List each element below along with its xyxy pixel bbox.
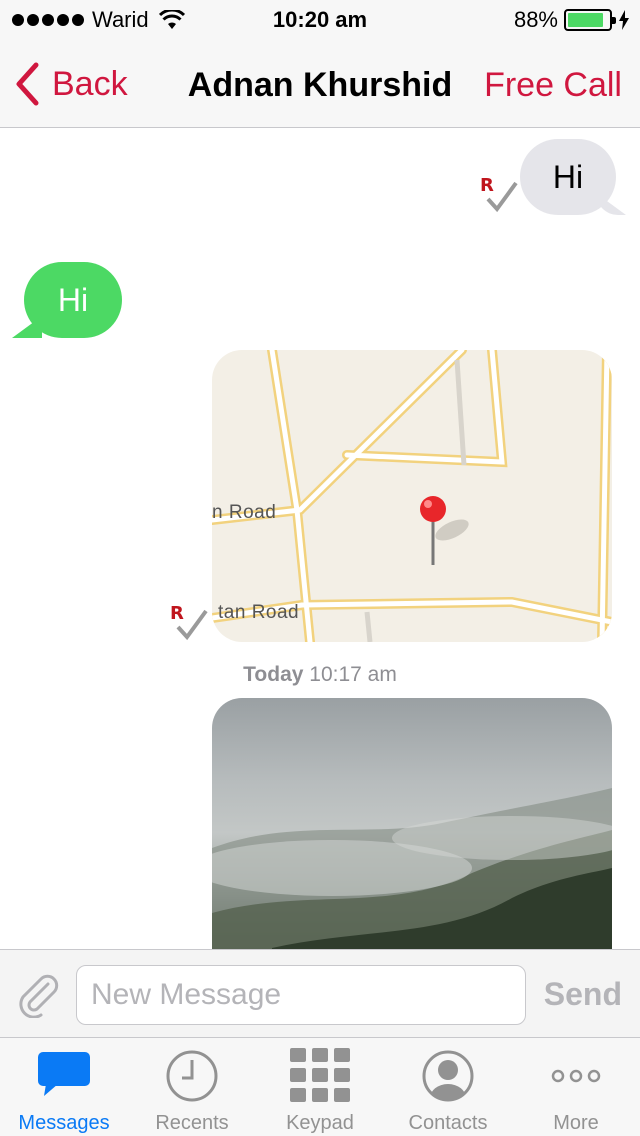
- message-thread[interactable]: R Hi Hi R n Road tan Road Today 10:17 am: [0, 129, 640, 949]
- battery-fill: [568, 13, 604, 27]
- tab-label: Keypad: [286, 1112, 354, 1134]
- map-roads: [212, 350, 612, 642]
- map-pin-icon: [420, 496, 446, 565]
- tab-label: Recents: [155, 1112, 229, 1134]
- tab-recents[interactable]: Recents: [128, 1038, 256, 1136]
- battery-icon: [564, 9, 616, 31]
- message-input-bar: Send: [0, 949, 640, 1037]
- back-label: Back: [52, 64, 128, 103]
- clock-icon: [166, 1050, 218, 1102]
- tab-label: Contacts: [408, 1112, 488, 1134]
- message-timestamp: Today 10:17 am: [0, 663, 640, 687]
- status-bar: Warid 10:20 am 88%: [0, 0, 640, 40]
- outgoing-message-bubble[interactable]: Hi: [520, 139, 616, 215]
- map-road-label: tan Road: [218, 602, 300, 623]
- send-button[interactable]: Send: [544, 976, 622, 1013]
- navigation-bar: Back Adnan Khurshid Free Call: [0, 40, 640, 128]
- read-receipt-icon: R: [170, 603, 210, 643]
- tab-contacts[interactable]: Contacts: [384, 1038, 512, 1136]
- tab-messages[interactable]: Messages: [0, 1038, 128, 1136]
- location-map-message[interactable]: n Road tan Road: [212, 350, 612, 642]
- new-message-input[interactable]: [76, 965, 526, 1025]
- map-road-label: n Road: [212, 502, 277, 523]
- tab-keypad[interactable]: Keypad: [256, 1038, 384, 1136]
- tab-label: Messages: [18, 1112, 110, 1134]
- tab-bar: Messages Recents Keypad Contacts More: [0, 1037, 640, 1136]
- back-button[interactable]: Back: [14, 62, 128, 106]
- contact-icon: [422, 1050, 474, 1102]
- incoming-message-text: Hi: [57, 281, 89, 318]
- charging-bolt-icon: [619, 10, 629, 30]
- speech-bubble-icon: [38, 1052, 90, 1096]
- free-call-button[interactable]: Free Call: [484, 66, 622, 105]
- timestamp-day: Today: [243, 663, 304, 686]
- more-dots-icon: [551, 1069, 601, 1083]
- landscape-photo: [212, 788, 612, 949]
- photo-message[interactable]: [212, 698, 612, 949]
- chevron-left-icon: [16, 62, 39, 106]
- status-right: 88%: [514, 7, 630, 33]
- timestamp-time: 10:17 am: [309, 663, 397, 686]
- tab-label: More: [553, 1112, 599, 1134]
- paperclip-icon[interactable]: [14, 970, 62, 1018]
- keypad-icon: [290, 1048, 350, 1102]
- read-receipt-icon: R: [480, 175, 520, 215]
- outgoing-message-text: Hi: [552, 158, 584, 195]
- battery-percent: 88%: [513, 7, 558, 32]
- incoming-message-bubble[interactable]: Hi: [24, 262, 122, 338]
- tab-more[interactable]: More: [512, 1038, 640, 1136]
